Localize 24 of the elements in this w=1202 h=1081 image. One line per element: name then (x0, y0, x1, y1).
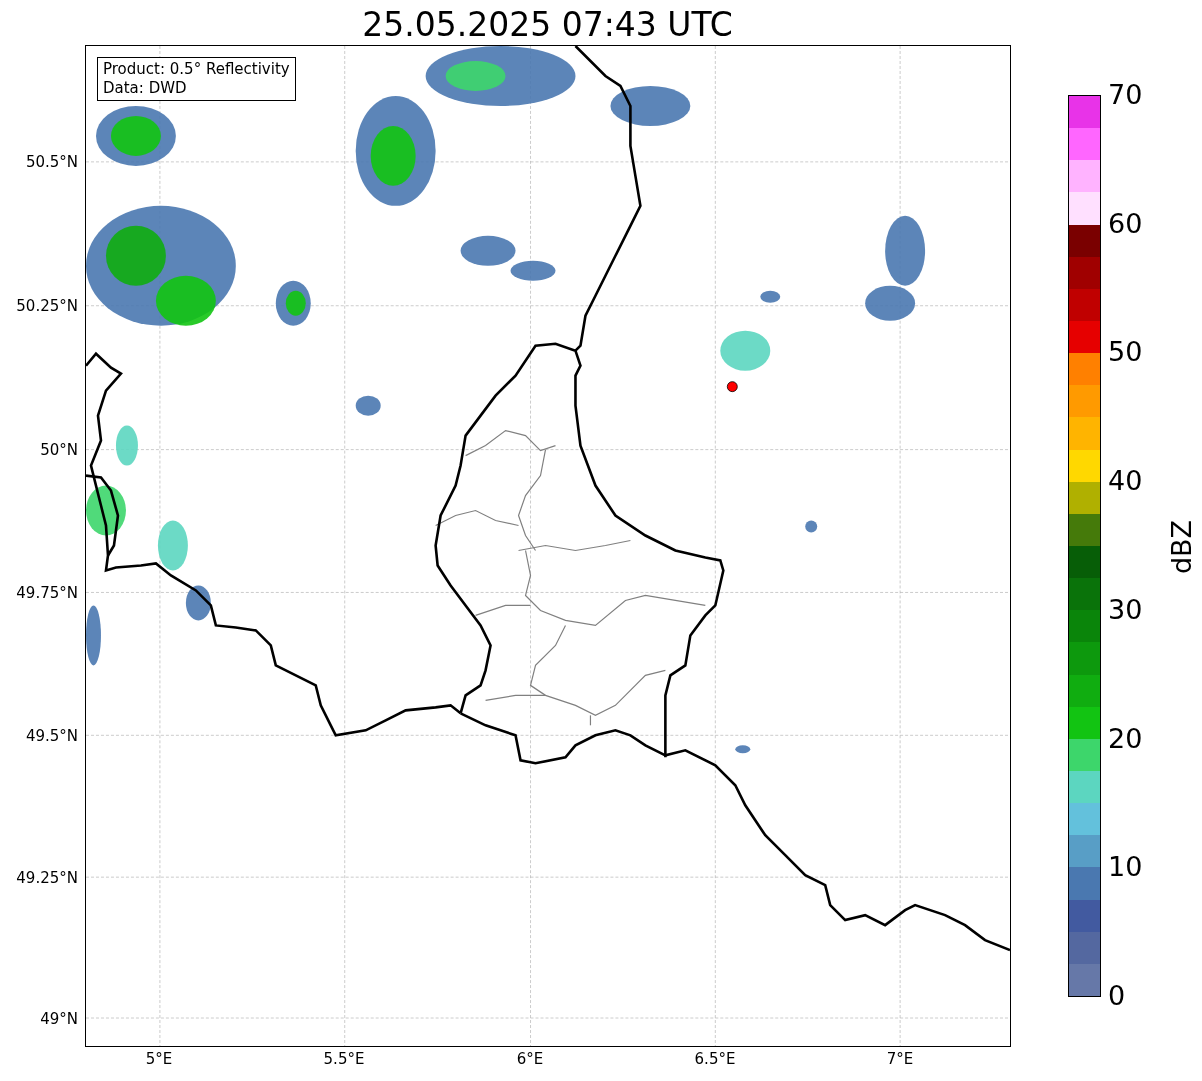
chart-title: 25.05.2025 07:43 UTC (361, 4, 734, 46)
colorbar-tick-label: 20 (1108, 723, 1143, 754)
longitude-label: 6.5°E (693, 1050, 737, 1068)
colorbar-tick-label: 70 (1108, 80, 1143, 110)
longitude-label: 7°E (885, 1050, 915, 1068)
latitude-label: 50.25°N (16, 297, 78, 315)
latitude-label: 50°N (40, 441, 78, 459)
latitude-label: 50.5°N (25, 153, 78, 171)
latitude-label: 49.75°N (16, 584, 78, 602)
latitude-label: 49.25°N (16, 869, 78, 887)
colorbar-tick-label: 60 (1108, 208, 1143, 239)
colorbar-tick-label: 0 (1108, 981, 1126, 1011)
colorbar-tick-label: 50 (1108, 337, 1143, 368)
info-text: Data: DWD (103, 79, 188, 98)
latitude-label: 49°N (40, 1010, 78, 1028)
colorbar-tick-label: 10 (1108, 852, 1143, 883)
colorbar-tick-label: 40 (1108, 466, 1143, 497)
longitude-label: 5°E (144, 1050, 174, 1068)
longitude-label: 6°E (515, 1050, 545, 1068)
colorbar-label: dBZ (1167, 519, 1197, 575)
longitude-label: 5.5°E (322, 1050, 366, 1068)
info-text: Product: 0.5° Reflectivity (103, 60, 290, 79)
latitude-label: 49.5°N (25, 727, 78, 745)
colorbar-tick-label: 30 (1108, 594, 1143, 625)
